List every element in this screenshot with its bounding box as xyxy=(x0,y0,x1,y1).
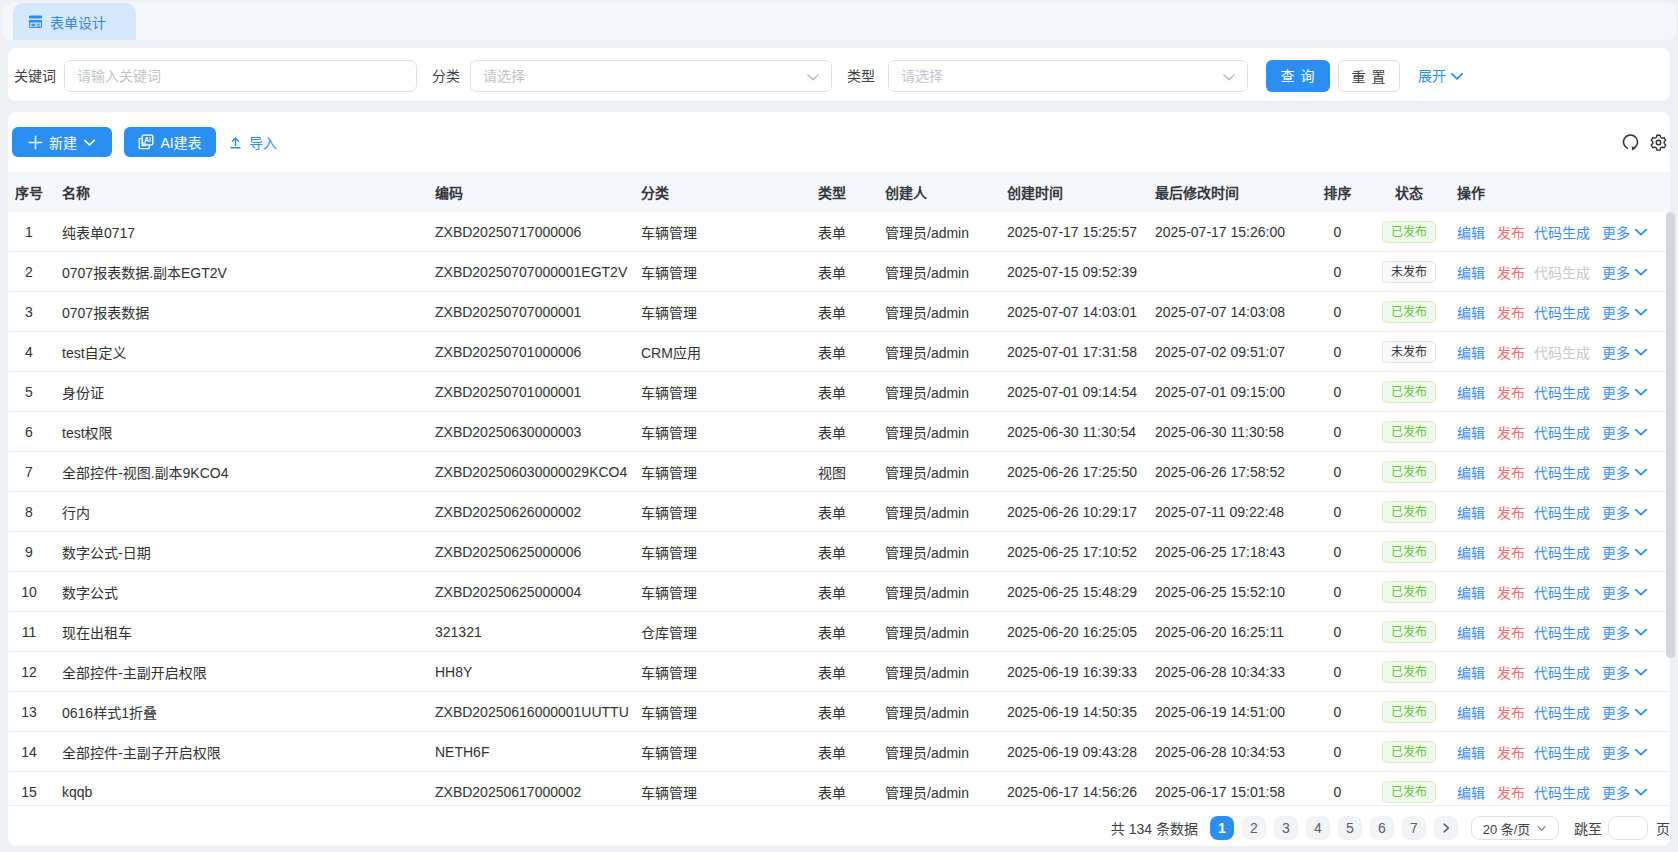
svg-text:AI: AI xyxy=(145,136,152,143)
